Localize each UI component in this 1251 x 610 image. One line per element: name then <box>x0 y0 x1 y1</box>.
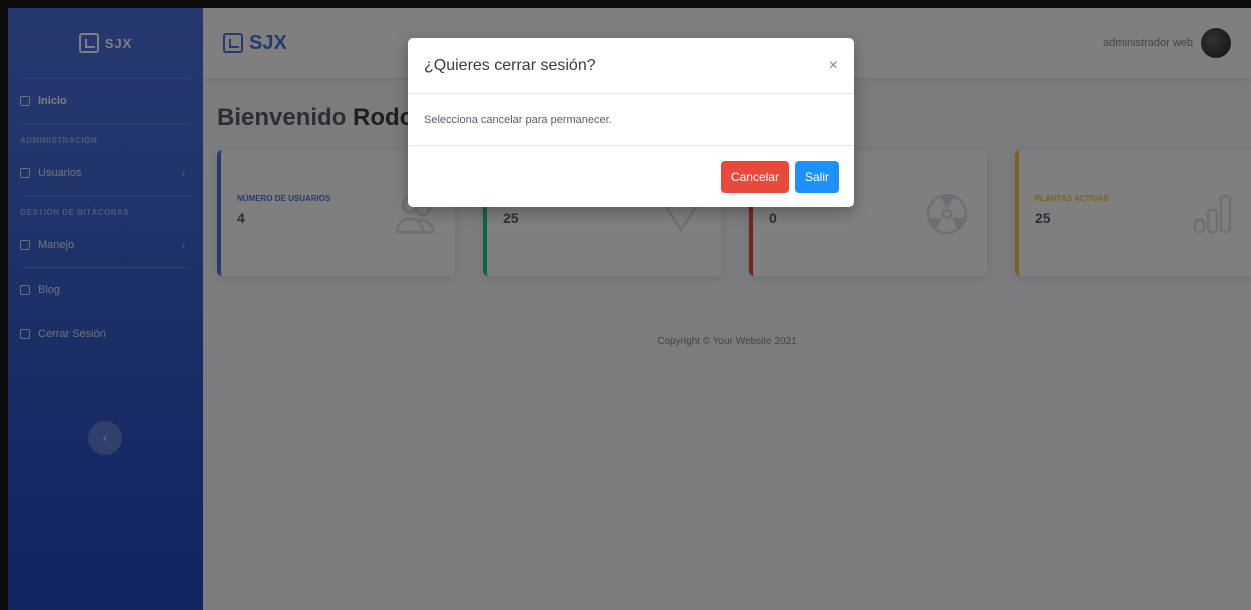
exit-button[interactable]: Salir <box>794 160 839 193</box>
cancel-button[interactable]: Cancelar <box>720 160 789 193</box>
close-icon[interactable]: × <box>829 57 838 75</box>
modal-header: ¿Quieres cerrar sesión? × <box>408 38 854 94</box>
modal-title: ¿Quieres cerrar sesión? <box>424 56 596 74</box>
logout-modal: ¿Quieres cerrar sesión? × Selecciona can… <box>408 38 854 207</box>
modal-footer: Cancelar Salir <box>408 146 854 207</box>
modal-body: Selecciona cancelar para permanecer. <box>408 94 854 146</box>
